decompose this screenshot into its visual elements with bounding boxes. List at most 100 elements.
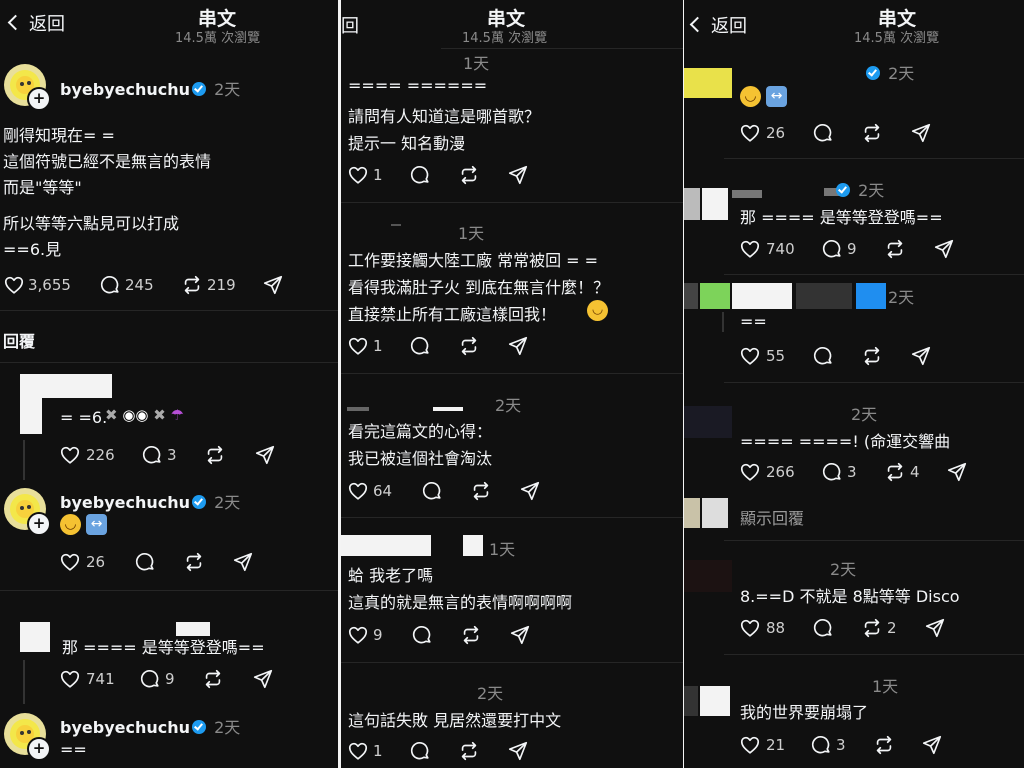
like-button[interactable]: [739, 122, 761, 144]
username[interactable]: byebyechuchu: [60, 80, 190, 99]
divider: [341, 202, 683, 203]
comment-button[interactable]: [409, 164, 431, 186]
reply-emoji: ◡ ↔: [60, 514, 108, 535]
repost-button[interactable]: [470, 480, 492, 502]
like-button[interactable]: [739, 238, 761, 260]
share-button[interactable]: [910, 345, 932, 367]
repost-button[interactable]: [884, 461, 906, 483]
like-count: 266: [766, 463, 795, 481]
comment-button[interactable]: [411, 624, 433, 646]
like-button[interactable]: [3, 274, 25, 296]
comment-button[interactable]: [812, 617, 834, 639]
like-count: 1: [373, 742, 383, 760]
repost-button[interactable]: [458, 335, 480, 357]
comment-count: 3: [847, 463, 857, 481]
like-button[interactable]: [347, 164, 369, 186]
redacted-username: [391, 224, 401, 226]
repost-button[interactable]: [861, 617, 883, 639]
comment-button[interactable]: [821, 238, 843, 260]
left-right-arrow-icon: ↔: [766, 86, 788, 107]
username[interactable]: byebyechuchu: [60, 493, 190, 512]
post-line: 工作要接觸大陸工廠 常常被回 = =: [348, 251, 599, 270]
like-button[interactable]: [347, 480, 369, 502]
like-button[interactable]: [347, 740, 369, 762]
like-button[interactable]: [59, 444, 81, 466]
post-line: 我已被這個社會淘汰: [348, 449, 493, 468]
show-replies-link[interactable]: 顯示回覆: [740, 505, 804, 529]
share-button[interactable]: [910, 122, 932, 144]
post-line: ==== ======: [348, 76, 488, 95]
comment-count: 245: [125, 276, 154, 294]
repost-button[interactable]: [861, 345, 883, 367]
like-button[interactable]: [347, 624, 369, 646]
follow-plus-icon[interactable]: +: [27, 512, 51, 536]
comment-button[interactable]: [141, 444, 163, 466]
repost-button[interactable]: [873, 734, 895, 756]
share-button[interactable]: [507, 335, 529, 357]
redacted-avatar: [20, 622, 50, 652]
repost-button[interactable]: [458, 164, 480, 186]
share-button[interactable]: [946, 461, 968, 483]
like-count: 21: [766, 736, 786, 754]
redacted-avatar: [684, 560, 732, 592]
comment-button[interactable]: [139, 668, 161, 690]
divider: [0, 310, 338, 311]
back-button[interactable]: 返回: [689, 12, 747, 38]
post-line: 而是"等等": [3, 178, 82, 197]
like-button[interactable]: [59, 668, 81, 690]
verified-badge-icon: [192, 720, 206, 734]
back-button[interactable]: 返回: [7, 10, 65, 36]
share-button[interactable]: [262, 274, 284, 296]
comment-button[interactable]: [409, 335, 431, 357]
share-button[interactable]: [933, 238, 955, 260]
comment-button[interactable]: [821, 461, 843, 483]
like-button[interactable]: [739, 617, 761, 639]
replies-heading: 回覆: [3, 332, 36, 351]
comment-button[interactable]: [421, 480, 443, 502]
repost-button[interactable]: [861, 122, 883, 144]
like-button[interactable]: [739, 461, 761, 483]
comment-button[interactable]: [409, 740, 431, 762]
follow-plus-icon[interactable]: +: [27, 737, 51, 761]
share-button[interactable]: [509, 624, 531, 646]
comment-button[interactable]: [810, 734, 832, 756]
repost-button[interactable]: [460, 624, 482, 646]
like-button[interactable]: [739, 345, 761, 367]
like-button[interactable]: [739, 734, 761, 756]
repost-button[interactable]: [183, 551, 205, 573]
like-count: 26: [766, 124, 786, 142]
right-thread-panel: 返回 串文 14.5萬 次瀏覽 2天 ◡ ↔ 26 2天 那 ==== 是等等登…: [684, 0, 1024, 768]
share-button[interactable]: [232, 551, 254, 573]
divider: [724, 654, 1024, 655]
repost-button[interactable]: [458, 740, 480, 762]
reply-header: 2天: [834, 177, 884, 201]
comment-button[interactable]: [99, 274, 121, 296]
share-button[interactable]: [507, 740, 529, 762]
share-button[interactable]: [924, 617, 946, 639]
redacted-username: [42, 374, 112, 398]
comment-button[interactable]: [134, 551, 156, 573]
repost-button[interactable]: [181, 274, 203, 296]
share-button[interactable]: [252, 668, 274, 690]
repost-button[interactable]: [204, 444, 226, 466]
repost-button[interactable]: [202, 668, 224, 690]
back-button[interactable]: 回: [341, 12, 359, 38]
like-button[interactable]: [59, 551, 81, 573]
username[interactable]: byebyechuchu: [60, 718, 190, 737]
thread-line: [722, 312, 724, 332]
timestamp: 2天: [214, 80, 241, 99]
timestamp: 2天: [888, 288, 915, 307]
share-button[interactable]: [254, 444, 276, 466]
follow-plus-icon[interactable]: +: [27, 87, 51, 111]
repost-button[interactable]: [884, 238, 906, 260]
post-line: 剛得知現在= =: [3, 126, 115, 145]
share-button[interactable]: [921, 734, 943, 756]
share-button[interactable]: [507, 164, 529, 186]
comment-count: 3: [836, 736, 846, 754]
like-button[interactable]: [347, 335, 369, 357]
comment-button[interactable]: [812, 345, 834, 367]
redacted-username: [347, 407, 369, 411]
share-button[interactable]: [519, 480, 541, 502]
redacted-avatar: [684, 68, 732, 98]
comment-button[interactable]: [812, 122, 834, 144]
